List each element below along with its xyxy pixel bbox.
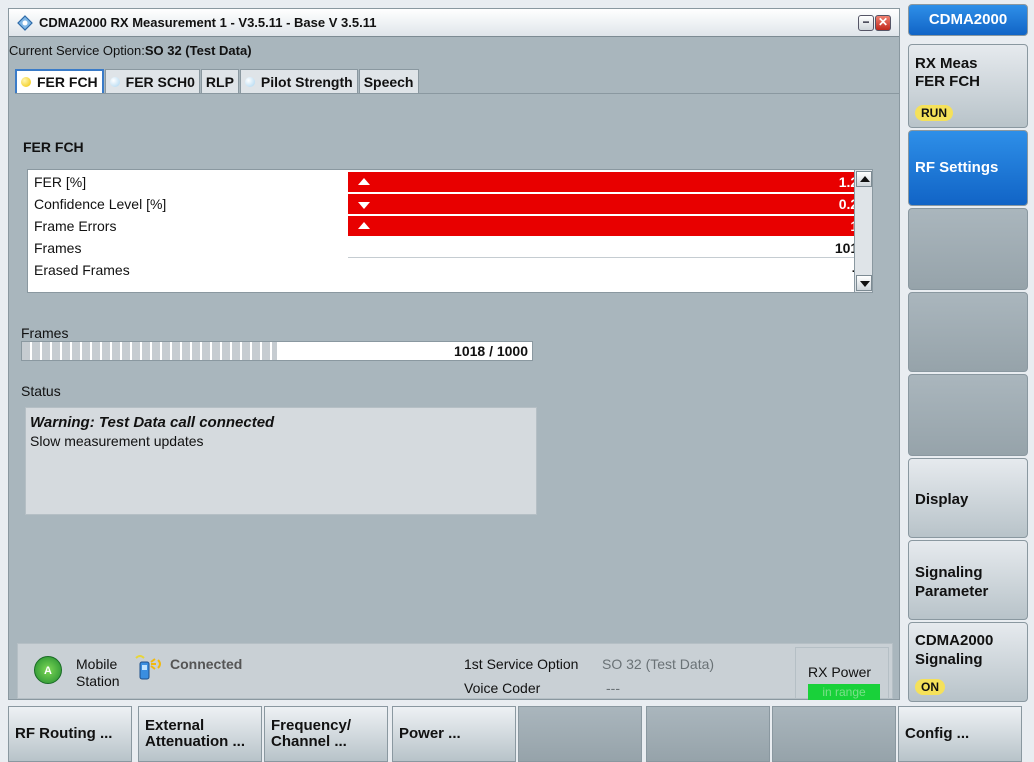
title-bar: CDMA2000 RX Measurement 1 - V3.5.11 - Ba…	[9, 9, 899, 37]
tab-rlp[interactable]: RLP	[200, 69, 239, 93]
tab-label: FER FCH	[37, 74, 98, 90]
scroll-down-icon	[860, 281, 870, 287]
first-service-option-label: 1st Service Option	[464, 656, 579, 672]
softkey-label: RF Settings	[915, 159, 999, 176]
hotkey-empty-1[interactable]	[518, 706, 642, 762]
current-service-option: Current Service Option:SO 32 (Test Data)	[9, 43, 252, 58]
hotkey-bar: RF Routing ... External Attenuation ... …	[8, 706, 1024, 762]
connection-state: Connected	[170, 656, 243, 672]
hotkey-external-attenuation[interactable]: External Attenuation ...	[138, 706, 262, 762]
softkey-panel: CDMA2000 RX Meas FER FCH RUN RF Settings…	[908, 0, 1034, 702]
status-badge: ON	[915, 679, 945, 695]
status-badge: RUN	[915, 105, 953, 121]
rx-power-indicator: RX Power in range	[795, 647, 889, 700]
frames-progress-fill	[22, 342, 277, 360]
up-arrow-icon	[358, 178, 370, 185]
softkey-cdma2000-header[interactable]: CDMA2000	[908, 4, 1028, 36]
hotkey-power[interactable]: Power ...	[392, 706, 516, 762]
status-message: Slow measurement updates	[30, 433, 204, 449]
results-scrollbar[interactable]	[854, 170, 872, 292]
rx-power-label: RX Power	[808, 664, 872, 680]
service-option-label: Current Service Option:	[9, 43, 145, 58]
softkey-signaling-parameter[interactable]: Signaling Parameter	[908, 540, 1028, 620]
antenna-icon: A	[34, 656, 62, 684]
rx-power-value: in range	[808, 684, 880, 700]
softkey-cdma2000-signaling[interactable]: CDMA2000 Signaling ON	[908, 622, 1028, 702]
hotkey-rf-routing[interactable]: RF Routing ...	[8, 706, 132, 762]
status-label: Status	[21, 383, 61, 399]
connection-status-bar: A Mobile Station Connected 1st Service O…	[17, 643, 893, 699]
indicator-icon	[244, 76, 255, 87]
tab-label: FER SCH0	[125, 73, 195, 90]
result-row-fer: FER [%] 1.28	[28, 172, 870, 192]
frames-progress-bar: 1018 / 1000	[21, 341, 533, 361]
softkey-rf-settings[interactable]: RF Settings	[908, 130, 1028, 206]
hotkey-empty-2[interactable]	[646, 706, 770, 762]
hotkey-empty-3[interactable]	[772, 706, 896, 762]
section-title: FER FCH	[23, 139, 84, 155]
softkey-rx-meas[interactable]: RX Meas FER FCH RUN	[908, 44, 1028, 128]
result-value: 1018	[348, 238, 870, 258]
result-value: 0.23	[348, 194, 870, 214]
down-arrow-icon	[358, 202, 370, 209]
softkey-display[interactable]: Display	[908, 458, 1028, 538]
voice-coder-label: Voice Coder	[464, 680, 541, 696]
softkey-label: CDMA2000 Signaling	[915, 632, 994, 668]
result-row-confidence-level: Confidence Level [%] 0.23	[28, 194, 870, 214]
results-table: FER [%] 1.28 Confidence Level [%] 0.23 F…	[27, 169, 873, 293]
tab-divider	[15, 93, 899, 94]
up-arrow-icon	[358, 222, 370, 229]
tab-label: RLP	[205, 73, 234, 90]
close-button[interactable]: ✕	[875, 15, 891, 31]
phone-connected-icon	[135, 655, 161, 680]
result-label: FER [%]	[34, 174, 87, 190]
result-row-frames: Frames 1018	[28, 238, 870, 258]
frames-label: Frames	[21, 325, 69, 341]
tab-fer-fch[interactable]: FER FCH	[15, 69, 104, 93]
rohde-schwarz-logo-icon	[17, 14, 33, 31]
result-value: ---	[348, 260, 870, 280]
softkey-empty-3[interactable]	[908, 374, 1028, 456]
indicator-icon	[109, 76, 120, 87]
scroll-up-icon	[860, 176, 870, 182]
result-row-frame-errors: Frame Errors 13	[28, 216, 870, 236]
window-title: CDMA2000 RX Measurement 1 - V3.5.11 - Ba…	[39, 15, 377, 30]
hotkey-frequency-channel[interactable]: Frequency/ Channel ...	[264, 706, 388, 762]
frames-progress-text: 1018 / 1000	[454, 343, 528, 359]
tab-fer-sch0[interactable]: FER SCH0	[104, 69, 200, 93]
tab-label: Speech	[363, 73, 414, 90]
softkey-label: RX Meas FER FCH	[915, 55, 980, 90]
result-label: Frames	[34, 240, 82, 256]
hotkey-config[interactable]: Config ...	[898, 706, 1022, 762]
tab-speech[interactable]: Speech	[358, 69, 419, 93]
status-warning: Warning: Test Data call connected	[30, 414, 275, 431]
tab-label: Pilot Strength	[260, 73, 353, 90]
service-option-value: SO 32 (Test Data)	[144, 43, 252, 58]
result-label: Confidence Level [%]	[34, 196, 167, 212]
result-label: Erased Frames	[34, 262, 130, 278]
first-service-option-value: SO 32 (Test Data)	[602, 656, 715, 672]
active-indicator-icon	[21, 77, 31, 87]
mobile-station-label: Mobile Station	[76, 656, 120, 689]
softkey-empty-1[interactable]	[908, 208, 1028, 290]
result-value: 13	[348, 216, 870, 236]
scroll-up-button[interactable]	[856, 171, 872, 187]
result-value: 1.28	[348, 172, 870, 192]
softkey-label: Signaling Parameter	[915, 564, 989, 600]
minimize-button[interactable]: −	[858, 15, 874, 31]
status-box: Warning: Test Data call connected Slow m…	[25, 407, 537, 515]
softkey-empty-2[interactable]	[908, 292, 1028, 372]
scroll-down-button[interactable]	[856, 275, 872, 291]
voice-coder-value: ---	[606, 680, 620, 696]
measurement-tabs: FER FCH FER SCH0 RLP Pilot Strength Spee…	[15, 69, 420, 93]
measurement-window: CDMA2000 RX Measurement 1 - V3.5.11 - Ba…	[8, 8, 900, 700]
result-label: Frame Errors	[34, 218, 117, 234]
result-row-erased-frames: Erased Frames ---	[28, 260, 870, 280]
softkey-label: Display	[915, 491, 969, 508]
tab-pilot-strength[interactable]: Pilot Strength	[239, 69, 358, 93]
